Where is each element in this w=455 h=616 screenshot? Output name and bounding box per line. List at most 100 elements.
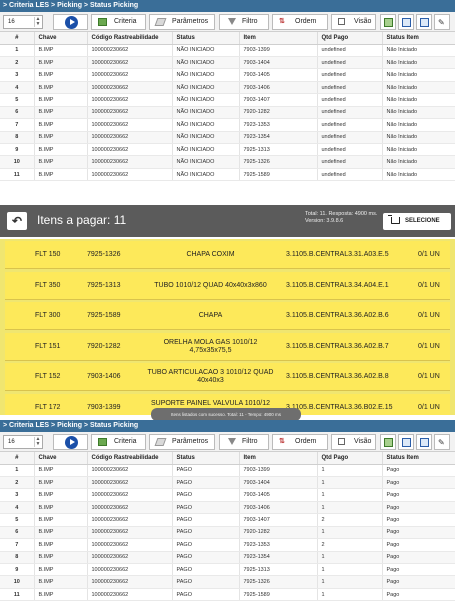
table-row[interactable]: 8 B.IMP 100000230662 PAGO 7923-1354 1 Pago (0, 551, 455, 565)
column-header-row-number[interactable]: # (0, 32, 35, 45)
picking-item[interactable]: FLT 152 7903-1406 TUBO ARTICULACAO 3 1010/… (5, 363, 450, 391)
column-header-chave[interactable]: Chave (34, 452, 88, 465)
table-row[interactable]: 9 B.IMP 100000230662 PAGO 7925-1313 1 Pago (0, 563, 455, 577)
table-row[interactable]: 4 B.IMP 100000230662 NÃO INICIADO 7903-1406 u… (0, 81, 455, 95)
table-row[interactable]: 9 B.IMP 100000230662 NÃO INICIADO 7925-1313 u… (0, 143, 455, 157)
breadcrumb: > Criteria LES > Picking > Status Pickin… (0, 420, 455, 432)
save-button[interactable] (398, 434, 414, 450)
parametros-button[interactable]: Parâmetros (149, 14, 215, 30)
table-row[interactable]: 7 B.IMP 100000230662 NÃO INICIADO 7923-1353 u… (0, 118, 455, 132)
back-button[interactable]: ↶ (7, 212, 27, 230)
page-size-stepper[interactable]: 16 ▲ ▼ (3, 435, 43, 449)
cell-row-number: 6 (0, 106, 35, 120)
column-header-qtd-pago[interactable]: Qtd Pago (317, 32, 383, 45)
picking-item[interactable]: FLT 151 7920-1282 ORELHA MOLA GAS 1010/12 … (5, 332, 450, 361)
table-row[interactable]: 4 B.IMP 100000230662 PAGO 7903-1406 1 Pago (0, 501, 455, 515)
table-row[interactable]: 10 B.IMP 100000230662 NÃO INICIADO 7925-1326… (0, 155, 455, 169)
cell-codigo-rastreabilidade: 100000230662 (87, 526, 173, 540)
column-header-item[interactable]: Item (239, 32, 318, 45)
export-icon (420, 18, 429, 27)
criteria-button[interactable]: Criteria (91, 14, 146, 30)
bottom-status-panel: > Criteria LES > Picking > Status Pickin… (0, 420, 455, 616)
table-row[interactable]: 7 B.IMP 100000230662 PAGO 7923-1353 2 Pago (0, 538, 455, 552)
table-row[interactable]: 1 B.IMP 100000230662 NÃO INICIADO 7903-1399 u… (0, 44, 455, 57)
export-button[interactable] (416, 14, 432, 30)
cell-chave: B.IMP (34, 526, 88, 540)
column-header-status[interactable]: Status (172, 32, 240, 45)
export-button[interactable] (416, 434, 432, 450)
settings-button[interactable]: ✎ (434, 14, 450, 30)
funnel-icon (228, 18, 236, 25)
column-header-status-item[interactable]: Status Item (382, 32, 455, 45)
table-row[interactable]: 2 B.IMP 100000230662 NÃO INICIADO 7903-1404 u… (0, 56, 455, 70)
stepper-arrows-icon[interactable]: ▲ ▼ (34, 437, 41, 447)
filtro-label: Filtro (242, 18, 258, 25)
cell-status: NÃO INICIADO (172, 155, 240, 169)
visao-button[interactable]: Visão (331, 14, 376, 30)
picking-item[interactable]: FLT 350 7925-1313 TUBO 1010/12 QUAD 40x40x… (5, 271, 450, 300)
cell-codigo-rastreabilidade: 100000230662 (87, 551, 173, 565)
cell-row-number: 3 (0, 488, 35, 502)
filtro-button[interactable]: Filtro (219, 14, 269, 30)
criteria-button[interactable]: Criteria (91, 434, 146, 450)
table-row[interactable]: 8 B.IMP 100000230662 NÃO INICIADO 7923-1354 u… (0, 131, 455, 145)
excel-export-button[interactable] (380, 434, 396, 450)
column-header-chave[interactable]: Chave (34, 32, 88, 45)
cell-status: NÃO INICIADO (172, 131, 240, 145)
run-button[interactable] (53, 434, 88, 450)
item-quantity: 0/1 UN (418, 251, 440, 258)
column-header-status-item[interactable]: Status Item (382, 452, 455, 465)
column-header-codigo-rastreabilidade[interactable]: Código Rastreabilidade (87, 452, 173, 465)
cell-chave: B.IMP (34, 575, 88, 589)
visao-button[interactable]: Visão (331, 434, 376, 450)
cell-row-number: 10 (0, 575, 35, 589)
table-row[interactable]: 2 B.IMP 100000230662 PAGO 7903-1404 1 Pago (0, 476, 455, 490)
cell-chave: B.IMP (34, 563, 88, 577)
stepper-arrows-icon[interactable]: ▲ ▼ (34, 17, 41, 27)
cell-codigo-rastreabilidade: 100000230662 (87, 575, 173, 589)
column-header-item[interactable]: Item (239, 452, 318, 465)
item-number: 7903-1406 (87, 373, 121, 380)
ordem-button[interactable]: ⇅ Ordem (272, 14, 328, 30)
table-row[interactable]: 3 B.IMP 100000230662 PAGO 7903-1405 1 Pago (0, 488, 455, 502)
run-button[interactable] (53, 14, 88, 30)
cell-status: NÃO INICIADO (172, 168, 240, 182)
parametros-button[interactable]: Parâmetros (149, 434, 215, 450)
table-row[interactable]: 11 B.IMP 100000230662 NÃO INICIADO 7925-1589… (0, 168, 455, 182)
visao-label: Visão (354, 18, 372, 25)
cell-status: NÃO INICIADO (172, 93, 240, 107)
cell-codigo-rastreabilidade: 100000230662 (87, 118, 173, 132)
table-row[interactable]: 5 B.IMP 100000230662 NÃO INICIADO 7903-1407 u… (0, 93, 455, 107)
table-row[interactable]: 10 B.IMP 100000230662 PAGO 7925-1326 1 Pago (0, 575, 455, 589)
excel-export-button[interactable] (380, 14, 396, 30)
table-row[interactable]: 6 B.IMP 100000230662 PAGO 7920-1282 1 Pago (0, 526, 455, 540)
cell-qtd-pago: 1 (317, 488, 383, 502)
settings-button[interactable]: ✎ (434, 434, 450, 450)
cell-chave: B.IMP (34, 56, 88, 70)
table-row[interactable]: 5 B.IMP 100000230662 PAGO 7903-1407 2 Pago (0, 513, 455, 527)
table-row[interactable]: 6 B.IMP 100000230662 NÃO INICIADO 7920-1282 u… (0, 106, 455, 120)
column-header-codigo-rastreabilidade[interactable]: Código Rastreabilidade (87, 32, 173, 45)
column-header-qtd-pago[interactable]: Qtd Pago (317, 452, 383, 465)
cell-qtd-pago: undefined (317, 93, 383, 107)
picking-item[interactable]: FLT 150 7925-1326 CHAPA COXIM 3.1105.B.CENT… (5, 241, 450, 269)
picking-item[interactable]: FLT 300 7925-1589 CHAPA 3.1105.B.CENTRAL3.3… (5, 302, 450, 330)
cell-chave: B.IMP (34, 464, 88, 477)
cell-row-number: 7 (0, 538, 35, 552)
cell-item: 7923-1354 (239, 131, 318, 145)
select-button[interactable]: SELECIONE (383, 213, 451, 230)
cell-status-item: Pago (382, 488, 455, 502)
table-row[interactable]: 11 B.IMP 100000230662 PAGO 7925-1589 1 Pago (0, 588, 455, 602)
filtro-button[interactable]: Filtro (219, 434, 269, 450)
page-size-stepper[interactable]: 16 ▲ ▼ (3, 15, 43, 29)
ordem-button[interactable]: ⇅ Ordem (272, 434, 328, 450)
save-button[interactable] (398, 14, 414, 30)
table-row[interactable]: 3 B.IMP 100000230662 NÃO INICIADO 7903-1405 u… (0, 68, 455, 82)
item-description: CHAPA (198, 312, 223, 319)
column-header-status[interactable]: Status (172, 452, 240, 465)
cell-row-number: 5 (0, 513, 35, 527)
cell-status-item: Pago (382, 575, 455, 589)
table-row[interactable]: 1 B.IMP 100000230662 PAGO 7903-1399 1 Pago (0, 464, 455, 477)
column-header-row-number[interactable]: # (0, 452, 35, 465)
cell-codigo-rastreabilidade: 100000230662 (87, 488, 173, 502)
